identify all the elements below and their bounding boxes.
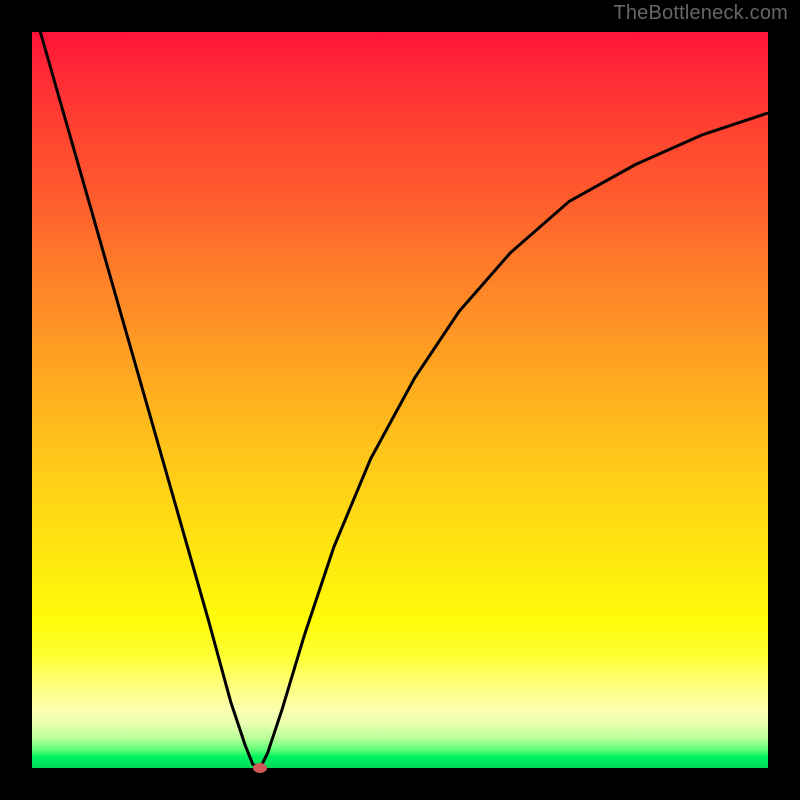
bottleneck-curve [32,32,768,768]
plot-area [32,32,768,768]
minimum-marker [253,763,267,773]
chart-container: TheBottleneck.com [0,0,800,800]
curve-path [32,3,768,768]
watermark-text: TheBottleneck.com [613,2,788,25]
